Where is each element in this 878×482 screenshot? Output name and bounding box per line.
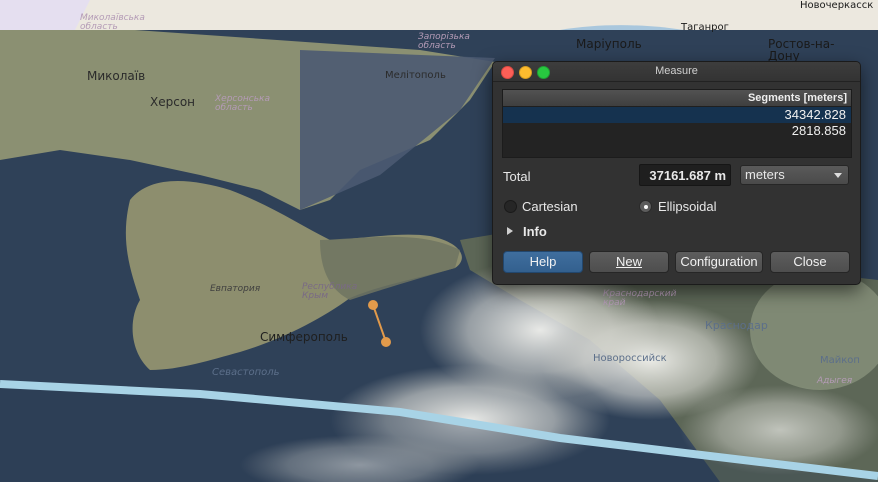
map-label-adygea: Адыгея xyxy=(817,376,853,386)
map-label-sevastopol: Севастополь xyxy=(212,367,280,378)
close-button[interactable]: Close xyxy=(770,251,850,273)
segment-row[interactable]: 34342.828 xyxy=(503,107,851,123)
map-label-mykolaiv-oblast: Миколаївська область xyxy=(80,13,145,32)
map-label-yevpatoriya: Евпатория xyxy=(210,284,261,294)
segment-row[interactable]: 2818.858 xyxy=(503,123,851,139)
configuration-button[interactable]: Configuration xyxy=(675,251,763,273)
map-label-zaporizhzhia-oblast: Запорізька область xyxy=(418,32,470,51)
ellipsoidal-radio[interactable] xyxy=(639,200,652,213)
dialog-title: Measure xyxy=(655,65,698,77)
map-label-rostov: Ростов-на- Дону xyxy=(768,37,835,63)
chevron-down-icon xyxy=(834,173,842,178)
segments-table[interactable]: Segments [meters] 34342.828 2818.858 xyxy=(502,89,852,158)
map-label-taganrog: Таганрог xyxy=(681,22,729,33)
unit-select[interactable]: meters xyxy=(740,165,849,185)
map-label-maikop: Майкоп xyxy=(820,355,860,366)
total-value: 37161.687 m xyxy=(639,164,731,186)
map-label-simferopol: Симферополь xyxy=(260,330,348,344)
measure-dialog: Measure Segments [meters] 34342.828 2818… xyxy=(492,61,861,285)
total-label: Total xyxy=(503,169,531,184)
map-label-kherson: Херсон xyxy=(150,95,196,109)
map-label-krasnodar-krai: Краснодарский край xyxy=(603,289,677,308)
map-label-kherson-oblast: Херсонська область xyxy=(215,94,270,113)
cartesian-radio[interactable] xyxy=(504,200,517,213)
map-label-melitopol: Мелітополь xyxy=(385,70,446,81)
map-label-novocherkassk: Новочеркасск xyxy=(800,0,874,11)
unit-select-value: meters xyxy=(745,167,785,182)
new-button[interactable]: New xyxy=(589,251,669,273)
map-label-novorossiysk: Новороссийск xyxy=(593,353,667,364)
ellipsoidal-label[interactable]: Ellipsoidal xyxy=(658,199,717,214)
info-toggle[interactable]: Info xyxy=(523,224,547,239)
help-button[interactable]: Help xyxy=(503,251,583,273)
map-label-crimea: Республика Крым xyxy=(302,282,358,301)
segments-column-header[interactable]: Segments [meters] xyxy=(503,90,851,107)
disclosure-triangle-icon[interactable] xyxy=(507,227,513,235)
map-label-mariupol: Маріуполь xyxy=(576,37,642,51)
map-label-krasnodar: Краснодар xyxy=(705,319,768,332)
map-label-mykolaiv: Миколаїв xyxy=(87,69,146,83)
dialog-titlebar[interactable]: Measure xyxy=(493,62,860,82)
cartesian-label[interactable]: Cartesian xyxy=(522,199,578,214)
